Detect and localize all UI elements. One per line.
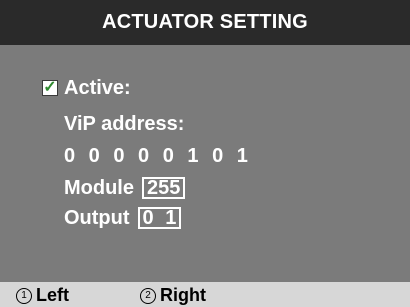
active-checkbox[interactable]: ✓	[42, 80, 58, 96]
active-option[interactable]: ✓ Active:	[42, 76, 131, 100]
module-row: Module 255	[64, 176, 186, 200]
output-row: Output 0 1	[64, 206, 182, 230]
actuator-setting-screen: ACTUATOR SETTING ✓ Active: ViP address: …	[0, 0, 410, 307]
key-1-icon: 1	[16, 287, 32, 304]
vip-address-value[interactable]: 0 0 0 0 0 1 0 1	[64, 144, 252, 168]
active-label: Active:	[64, 77, 131, 99]
checkmark-icon: ✓	[43, 79, 57, 96]
softkey-right-label: Right	[160, 285, 206, 305]
output-value-field[interactable]: 0 1	[137, 207, 182, 229]
module-label: Module	[64, 177, 134, 199]
screen-title: ACTUATOR SETTING	[102, 11, 308, 33]
key-2-icon: 2	[140, 287, 156, 304]
vip-address-label: ViP address:	[64, 113, 185, 135]
softkey-left[interactable]: 1 Left	[16, 285, 69, 306]
output-label: Output	[64, 207, 130, 229]
screen-header: ACTUATOR SETTING	[0, 0, 410, 45]
softkey-left-label: Left	[36, 285, 69, 305]
softkey-bar: 1 Left 2 Right	[0, 282, 410, 307]
module-value-field[interactable]: 255	[142, 177, 186, 199]
softkey-right[interactable]: 2 Right	[140, 285, 206, 306]
